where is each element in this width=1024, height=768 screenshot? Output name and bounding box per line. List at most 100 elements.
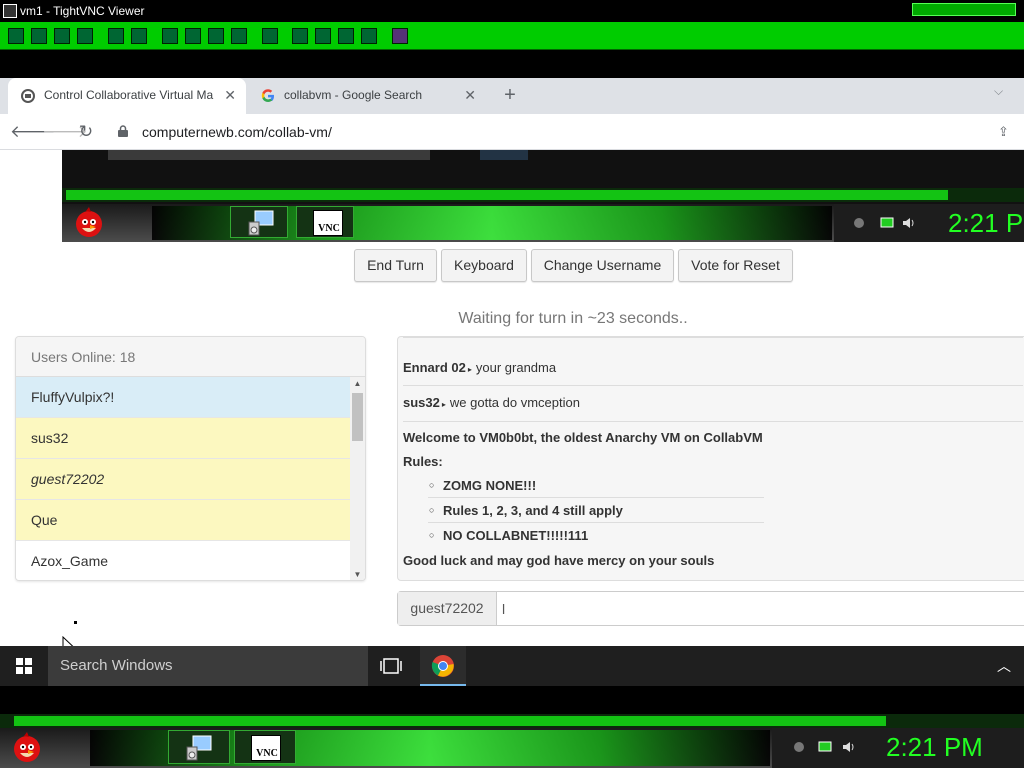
network-icon[interactable] [818, 740, 832, 754]
vm-clock: 2:21 P [948, 208, 1024, 238]
screen-artifact-dot [74, 621, 77, 624]
volume-icon[interactable] [842, 740, 856, 754]
ctrl-esc-icon[interactable] [185, 28, 201, 44]
turn-status-text: Waiting for turn in ~23 seconds.. [458, 310, 688, 327]
outer-progress-fill [14, 716, 886, 726]
zoom-out-icon[interactable] [315, 28, 331, 44]
tab-google-search[interactable]: collabvm - Google Search ✕ [248, 78, 486, 114]
alt-lock-icon[interactable] [231, 28, 247, 44]
vnc-toolbar [0, 22, 1024, 50]
vnc-window-title: vm1 - TightVNC Viewer [20, 4, 145, 18]
chat-divider [403, 337, 1023, 338]
vote-reset-button[interactable]: Vote for Reset [678, 249, 793, 282]
arrow-icon: ▸ [441, 400, 446, 409]
vm-window-fragment [108, 150, 430, 160]
zoom-in-icon[interactable] [292, 28, 308, 44]
transfer-icon[interactable] [262, 28, 278, 44]
reload-icon[interactable]: ↻ [74, 120, 98, 144]
zoom-fit-icon[interactable] [338, 28, 354, 44]
user-list-item[interactable]: Azox_Game [16, 541, 350, 580]
chat-divider [428, 497, 764, 498]
scroll-down-icon[interactable]: ▼ [350, 570, 365, 579]
address-bar[interactable]: computernewb.com/collab-vm/ ⇪ [112, 118, 1016, 146]
chat-divider [403, 385, 1023, 386]
tab-collabvm[interactable]: Control Collaborative Virtual Ma ✕ [8, 78, 246, 114]
windows-taskbar: Search Windows ︿ [0, 646, 1024, 686]
chat-username[interactable]: sus32 [403, 395, 440, 410]
windows-search-box[interactable]: Search Windows [48, 646, 368, 686]
vm-screen[interactable]: VNC 2:21 P [62, 150, 1024, 242]
chat-input[interactable] [502, 592, 1024, 625]
chat-input-group: guest72202 [397, 591, 1024, 626]
motd-closing: Good luck and may god have mercy on your… [403, 553, 715, 568]
user-list-item[interactable]: guest72202 [16, 459, 350, 500]
browser-toolbar: 🡐 🡒 ↻ computernewb.com/collab-vm/ ⇪ [0, 114, 1024, 150]
save-icon[interactable] [31, 28, 47, 44]
users-panel: Users Online: 18 FluffyVulpix?! sus32 gu… [15, 336, 366, 581]
chat-divider [428, 522, 764, 523]
forward-icon[interactable]: 🡒 [42, 120, 88, 144]
info-icon[interactable] [77, 28, 93, 44]
options-icon[interactable] [54, 28, 70, 44]
angry-bird-start-icon[interactable] [10, 730, 44, 764]
collabvm-page: VNC 2:21 P End Turn Keyboard Change User… [0, 150, 1024, 646]
users-scrollbar[interactable]: ▲ ▼ [350, 377, 365, 580]
fullscreen-icon[interactable] [392, 28, 408, 44]
vm-window-fragment [480, 150, 528, 160]
new-connection-icon[interactable] [8, 28, 24, 44]
collabvm-icon [21, 89, 35, 103]
google-g-icon [261, 89, 274, 102]
motd-welcome: Welcome to VM0b0bt, the oldest Anarchy V… [403, 430, 763, 445]
tab-label: collabvm - Google Search [284, 88, 423, 102]
show-hidden-icons-chevron-icon[interactable]: ︿ [994, 656, 1014, 676]
task-view-icon[interactable] [380, 656, 402, 676]
vm-app-computer[interactable] [230, 206, 288, 238]
ctrl-lock-icon[interactable] [208, 28, 224, 44]
user-list-item[interactable]: FluffyVulpix?! [16, 377, 350, 418]
volume-icon[interactable] [902, 216, 916, 230]
vm-progress-fill [66, 190, 948, 200]
computer-icon [248, 210, 274, 236]
user-list-item[interactable]: sus32 [16, 418, 350, 459]
close-tab-icon[interactable]: ✕ [224, 78, 236, 112]
keyboard-button[interactable]: Keyboard [441, 249, 527, 282]
vnc-window-icon [3, 4, 17, 18]
vnc-titlebar: vm1 - TightVNC Viewer [0, 0, 1024, 22]
chrome-icon [431, 655, 454, 677]
window-controls[interactable] [912, 3, 1016, 16]
outer-app-vnc[interactable]: VNC [234, 730, 296, 764]
change-username-button[interactable]: Change Username [531, 249, 674, 282]
chat-message: Ennard 02 ▸ your grandma [403, 360, 556, 375]
tray-bird-icon[interactable] [792, 740, 806, 754]
chat-panel: Ennard 02 ▸ your grandma sus32 ▸ we gotta do… [397, 336, 1024, 581]
angry-bird-start-icon[interactable] [72, 206, 106, 238]
tab-label: Control Collaborative Virtual Ma [44, 88, 214, 102]
motd-rule: Rules 1, 2, 3, and 4 still apply [429, 503, 623, 518]
tray-bird-icon[interactable] [852, 216, 866, 230]
url-text: computernewb.com/collab-vm/ [142, 124, 332, 140]
outer-app-computer[interactable] [168, 730, 230, 764]
end-turn-button[interactable]: End Turn [354, 249, 437, 282]
lock-icon [118, 125, 128, 137]
vnc-icon: VNC [251, 735, 281, 761]
chat-divider [403, 421, 1023, 422]
chat-username[interactable]: Ennard 02 [403, 360, 466, 375]
pause-icon[interactable] [108, 28, 124, 44]
share-icon[interactable]: ⇪ [998, 124, 1016, 140]
network-icon[interactable] [880, 216, 894, 230]
back-icon[interactable]: 🡐 [10, 120, 56, 144]
refresh-icon[interactable] [131, 28, 147, 44]
vm-app-vnc[interactable]: VNC [296, 206, 354, 238]
user-list-item[interactable]: Que [16, 500, 350, 541]
zoom-auto-icon[interactable] [361, 28, 377, 44]
new-tab-icon[interactable]: + [498, 84, 522, 108]
computer-icon [186, 735, 212, 761]
taskbar-chrome-button[interactable] [420, 646, 466, 686]
windows-start-icon[interactable] [0, 646, 48, 686]
tab-search-chevron-icon[interactable]: ⌵ [994, 84, 1012, 102]
ctrl-alt-del-icon[interactable] [162, 28, 178, 44]
scrollbar-thumb[interactable] [352, 393, 363, 441]
close-tab-icon[interactable]: ✕ [464, 78, 476, 112]
scroll-up-icon[interactable]: ▲ [350, 379, 365, 388]
chat-text: your grandma [475, 360, 557, 375]
